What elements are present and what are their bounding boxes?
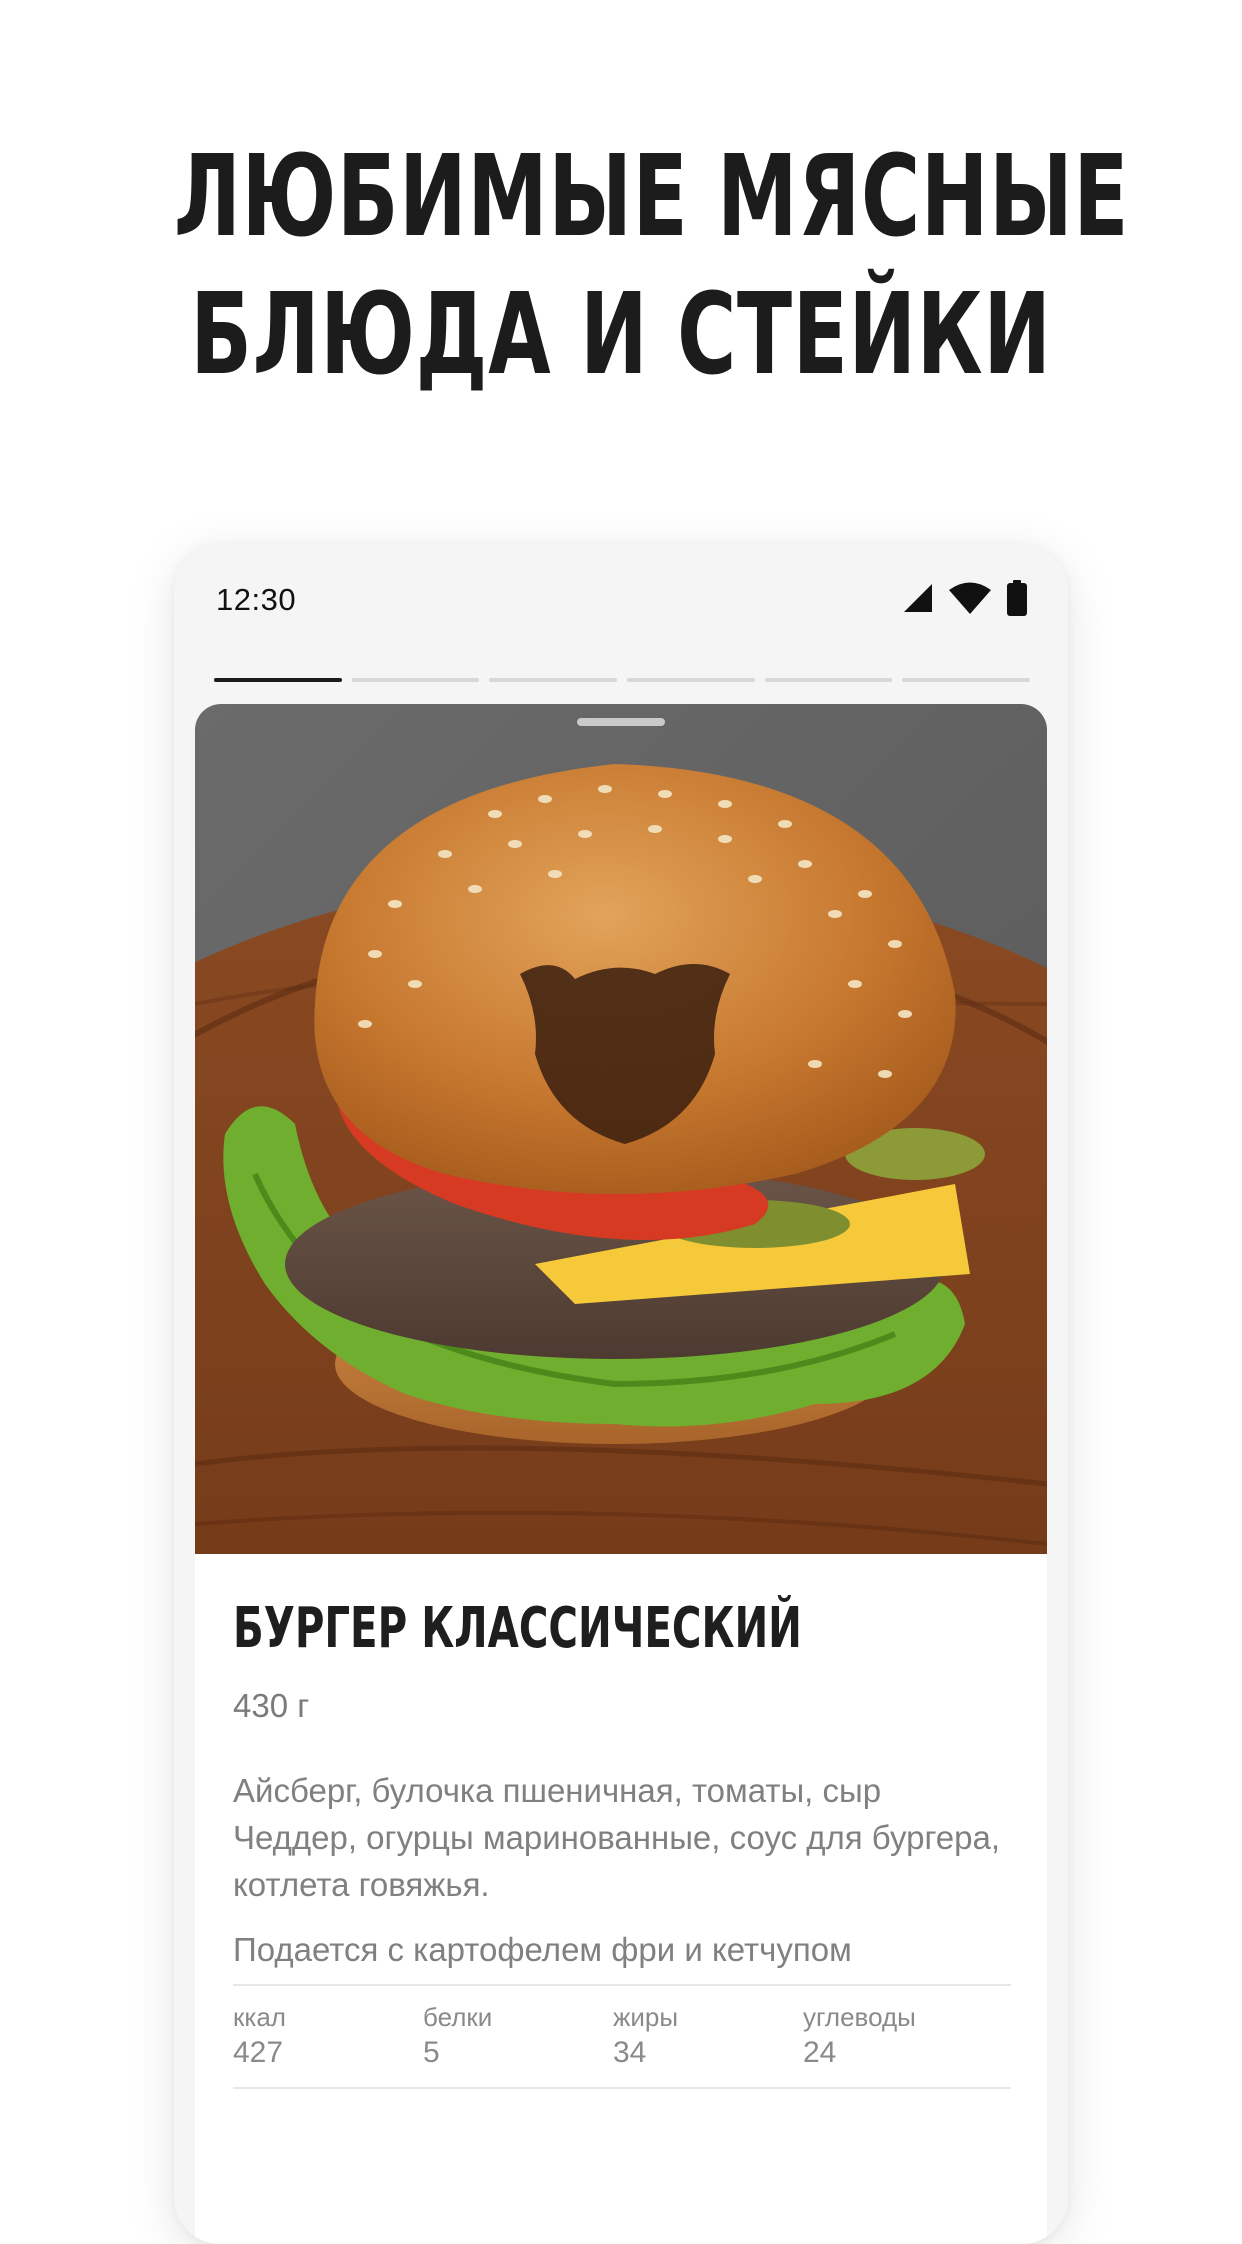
story-segment[interactable] xyxy=(764,678,893,682)
nutrition-value: 427 xyxy=(233,2036,284,2069)
promo-headline-line-2: БЛЮДА И СТЕЙКИ xyxy=(190,270,1052,400)
status-icons xyxy=(902,578,1028,618)
nutrition-fat: жиры 34 xyxy=(613,2000,803,2072)
status-bar: 12:30 xyxy=(174,544,1068,654)
story-segment[interactable] xyxy=(902,678,1031,682)
story-segment[interactable] xyxy=(489,678,618,682)
cellular-signal-icon xyxy=(902,582,934,614)
story-progress xyxy=(214,678,1031,684)
dish-serving-note: Подается с картофелем фри и кетчупом xyxy=(233,1931,852,1968)
story-segment-active[interactable] xyxy=(214,678,342,682)
dish-description: Айсберг, булочка пшеничная, томаты, сыр … xyxy=(233,1772,1001,1903)
nutrition-label: жиры xyxy=(613,2002,679,2032)
dish-title: БУРГЕР КЛАССИЧЕСКИЙ xyxy=(233,1596,802,1661)
dish-card: БУРГЕР КЛАССИЧЕСКИЙ 430 г Айсберг, булоч… xyxy=(195,704,1047,2244)
divider xyxy=(233,2087,1011,2089)
nutrition-facts: ккал 427 белки 5 жиры 34 углеводы 24 xyxy=(233,2000,1011,2072)
promo-headline: ЛЮБИМЫЕ МЯСНЫЕ БЛЮДА И СТЕЙКИ xyxy=(173,128,1130,404)
wifi-icon xyxy=(948,581,992,615)
nutrition-value: 5 xyxy=(423,2036,440,2069)
nutrition-protein: белки 5 xyxy=(423,2000,613,2072)
promo-headline-line-1: ЛЮБИМЫЕ МЯСНЫЕ xyxy=(173,132,1130,262)
nutrition-value: 24 xyxy=(803,2036,837,2069)
nutrition-value: 34 xyxy=(613,2036,647,2069)
battery-icon xyxy=(1006,580,1028,616)
story-segment[interactable] xyxy=(351,678,480,682)
status-time: 12:30 xyxy=(216,582,297,617)
nutrition-calories: ккал 427 xyxy=(233,2000,423,2072)
divider xyxy=(233,1984,1011,1986)
burger-photo xyxy=(195,704,1047,1554)
nutrition-carbs: углеводы 24 xyxy=(803,2000,993,2072)
nutrition-label: углеводы xyxy=(803,2002,916,2032)
drag-handle[interactable] xyxy=(577,718,665,726)
nutrition-label: белки xyxy=(423,2002,493,2032)
phone-frame: 12:30 БУРГЕР КЛАССИЧЕСКИЙ 430 г Айсберг,… xyxy=(174,544,1068,2244)
dish-weight: 430 г xyxy=(233,1687,310,1724)
nutrition-label: ккал xyxy=(233,2002,286,2032)
story-segment[interactable] xyxy=(627,678,755,682)
